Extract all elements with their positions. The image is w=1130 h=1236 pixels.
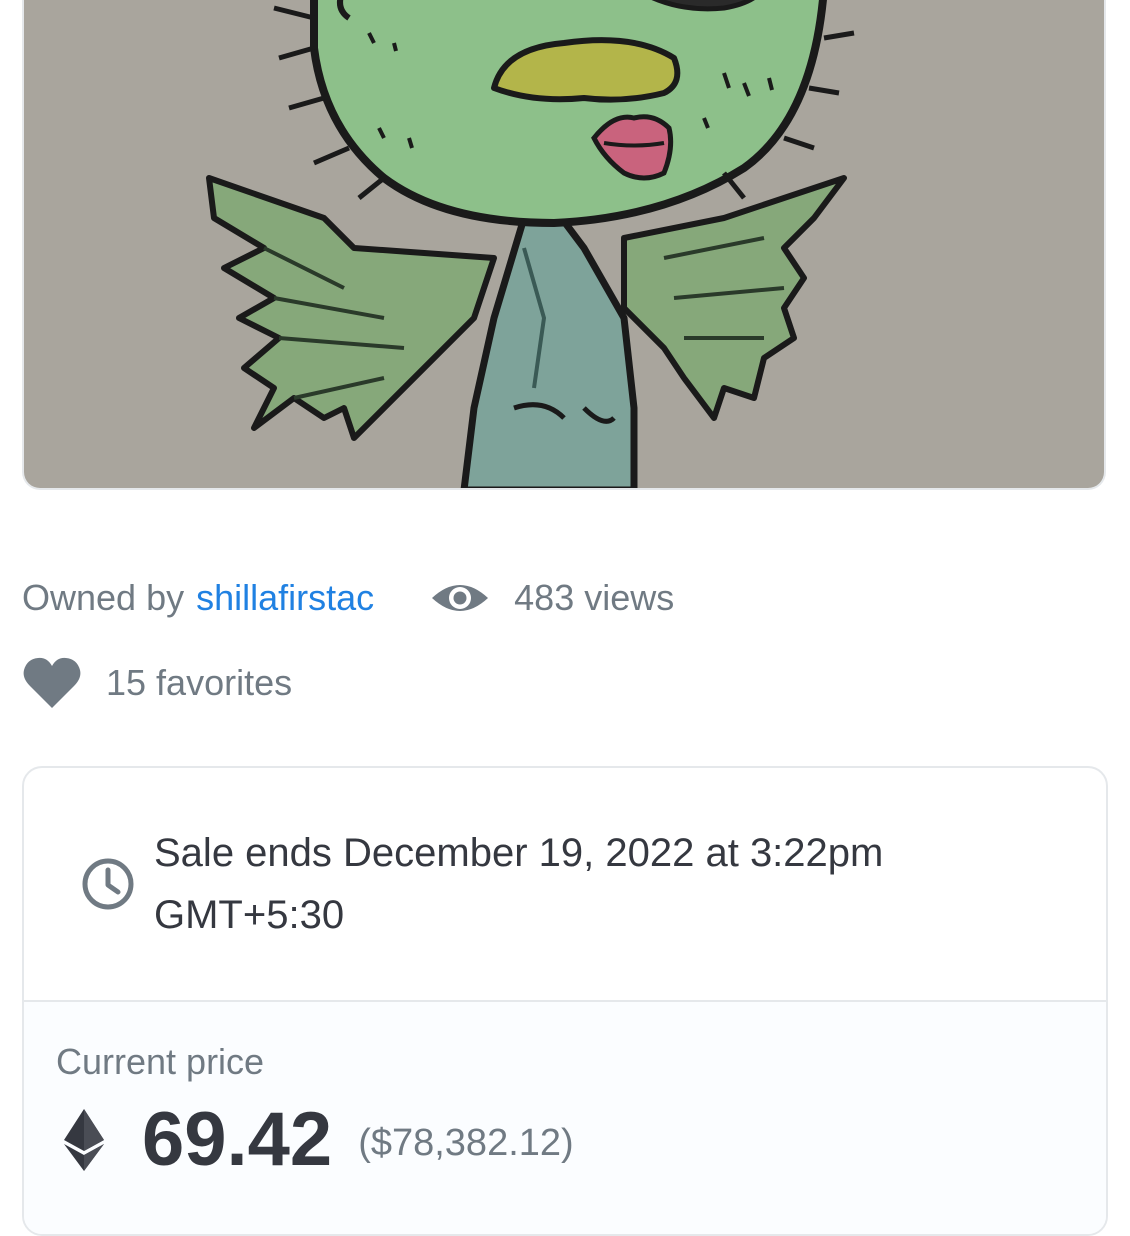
price-eth-value: 69.42 [142,1097,333,1182]
heart-icon [23,657,81,708]
price-section: Current price 69.42 ($78,382.12) [24,1002,1106,1234]
owned-by-label: Owned by [22,577,185,618]
sale-panel: Sale ends December 19, 2022 at 3:22pm GM… [22,766,1108,1236]
sale-end-text: Sale ends December 19, 2022 at 3:22pm GM… [154,831,884,937]
eye-icon [432,585,489,611]
nft-artwork-icon [206,0,855,488]
nft-image[interactable] [22,0,1106,490]
sale-end-header: Sale ends December 19, 2022 at 3:22pm GM… [24,768,1106,1002]
favorites-count: 15 favorites [106,662,293,703]
price-usd-value: ($78,382.12) [358,1121,574,1164]
favorites-stat[interactable]: 15 favorites [22,656,292,710]
owned-by: Owned by shillafirstac [22,577,374,619]
price-row: 69.42 ($78,382.12) [64,1100,1106,1180]
owner-stats-row: Owned by shillafirstac 483 views [22,574,674,622]
owner-link[interactable]: shillafirstac [196,577,374,619]
views-stat: 483 views [430,577,674,619]
current-price-label: Current price [56,1041,265,1082]
ethereum-icon [64,1109,104,1171]
clock-icon [82,858,134,910]
views-count: 483 views [514,577,675,618]
